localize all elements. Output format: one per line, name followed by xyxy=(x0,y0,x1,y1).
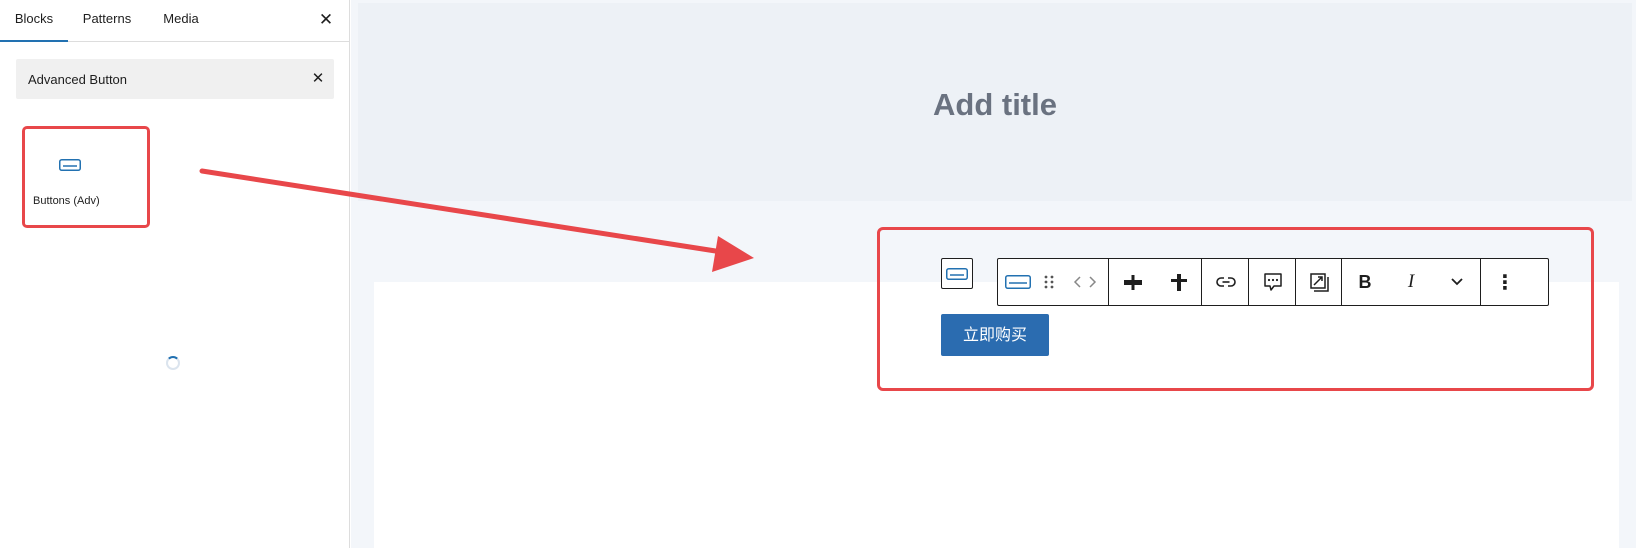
block-search-input[interactable] xyxy=(16,59,296,99)
align-vertical-icon xyxy=(1171,274,1187,291)
justify-button[interactable] xyxy=(1113,259,1153,305)
italic-button[interactable]: I xyxy=(1391,259,1431,305)
move-arrows-icon xyxy=(1073,276,1097,288)
tooltip-button[interactable] xyxy=(1253,259,1293,305)
bold-icon: B xyxy=(1358,271,1372,292)
resize-icon xyxy=(1310,273,1329,292)
close-inserter-button[interactable]: ✕ xyxy=(314,8,338,32)
tooltip-comment-icon xyxy=(1264,273,1282,291)
toolbar-group-block xyxy=(998,259,1109,305)
toolbar-group-options: ⋮ xyxy=(1481,259,1548,305)
app-root: Blocks Patterns Media ✕ ✕ Buttons (Adv) … xyxy=(0,0,1636,548)
toolbar-group-format: B I xyxy=(1342,259,1481,305)
button-block[interactable]: 立即购买 xyxy=(941,314,1049,356)
more-formats-button[interactable] xyxy=(1437,259,1477,305)
more-options-icon: ⋮ xyxy=(1495,271,1515,294)
button-block-icon xyxy=(946,268,968,280)
block-inserter-panel: Blocks Patterns Media ✕ ✕ Buttons (Adv) xyxy=(0,0,350,548)
chevron-down-icon xyxy=(1451,278,1463,286)
vertical-align-button[interactable] xyxy=(1159,259,1199,305)
tab-media[interactable]: Media xyxy=(156,0,206,41)
link-button[interactable] xyxy=(1206,259,1246,305)
block-result-buttons-adv[interactable]: Buttons (Adv) xyxy=(22,126,150,228)
drag-handle-button[interactable] xyxy=(1038,259,1060,305)
italic-icon: I xyxy=(1407,271,1415,292)
close-icon: ✕ xyxy=(318,10,334,29)
bold-button[interactable]: B xyxy=(1345,259,1385,305)
toolbar-group-tooltip xyxy=(1249,259,1296,305)
justify-center-icon xyxy=(1124,275,1142,290)
block-options-button[interactable]: ⋮ xyxy=(1485,259,1525,305)
selected-block-highlight xyxy=(877,227,1594,391)
block-toolbar: B I ⋮ xyxy=(997,258,1549,306)
tab-patterns[interactable]: Patterns xyxy=(74,0,140,41)
clear-search-button[interactable]: ✕ xyxy=(306,67,330,91)
button-block-icon xyxy=(1005,275,1031,289)
select-parent-block-button[interactable] xyxy=(941,258,973,289)
block-result-label: Buttons (Adv) xyxy=(33,195,100,207)
close-icon: ✕ xyxy=(311,70,325,87)
post-title-area[interactable]: Add title xyxy=(358,3,1632,201)
tab-blocks[interactable]: Blocks xyxy=(0,0,68,42)
toolbar-group-resize xyxy=(1296,259,1342,305)
resize-button[interactable] xyxy=(1299,259,1339,305)
post-title-placeholder[interactable]: Add title xyxy=(358,87,1632,123)
toolbar-group-alignment xyxy=(1109,259,1202,305)
drag-handle-icon xyxy=(1044,275,1054,289)
block-type-button[interactable] xyxy=(1000,259,1036,305)
block-search: ✕ xyxy=(16,59,334,99)
move-block-button[interactable] xyxy=(1066,259,1104,305)
inserter-tabs: Blocks Patterns Media ✕ xyxy=(0,0,349,42)
link-icon xyxy=(1216,277,1236,287)
button-block-icon xyxy=(59,159,81,171)
loading-spinner xyxy=(166,356,180,370)
toolbar-group-link xyxy=(1202,259,1249,305)
